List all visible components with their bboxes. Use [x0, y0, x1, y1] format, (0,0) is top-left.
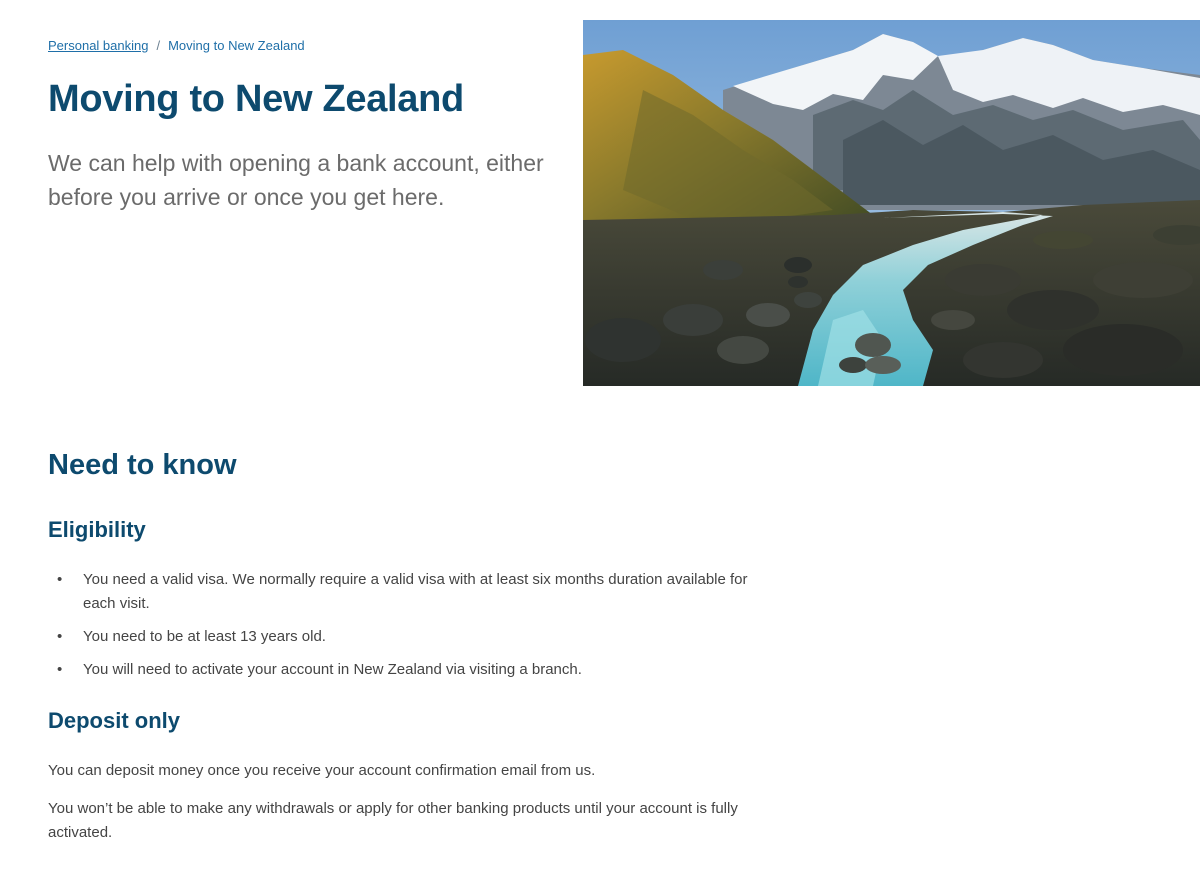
hero-image [583, 20, 1200, 386]
eligibility-heading: Eligibility [48, 517, 146, 542]
deposit-only-heading: Deposit only [48, 708, 181, 733]
list-item-text: You need a valid visa. We normally requi… [83, 571, 748, 612]
list-item: • You need to be at least 13 years old. [48, 625, 778, 649]
deposit-paragraph: You can deposit money once you receive y… [48, 762, 596, 779]
bullet-icon: • [57, 571, 63, 588]
breadcrumb-current: Moving to New Zealand [168, 38, 305, 53]
breadcrumb-separator: / [156, 38, 161, 53]
need-to-know-heading: Need to know [48, 449, 237, 481]
list-item-text: You need to be at least 13 years old. [83, 628, 326, 645]
page-title: Moving to New Zealand [48, 78, 464, 120]
mountain-river-landscape-image [583, 20, 1200, 386]
list-item: • You need a valid visa. We normally requ… [48, 568, 778, 616]
breadcrumb: Personal banking / Moving to New Zealand [48, 38, 305, 53]
breadcrumb-link-personal-banking[interactable]: Personal banking [48, 38, 148, 53]
list-item-text: You will need to activate your account i… [83, 661, 582, 678]
bullet-icon: • [57, 628, 63, 645]
bullet-icon: • [57, 661, 63, 678]
eligibility-list: • You need a valid visa. We normally requ… [48, 568, 778, 691]
list-item: • You will need to activate your account … [48, 658, 778, 682]
deposit-paragraph: You won’t be able to make any withdrawal… [48, 800, 738, 841]
page-lead: We can help with opening a bank account,… [48, 150, 544, 210]
